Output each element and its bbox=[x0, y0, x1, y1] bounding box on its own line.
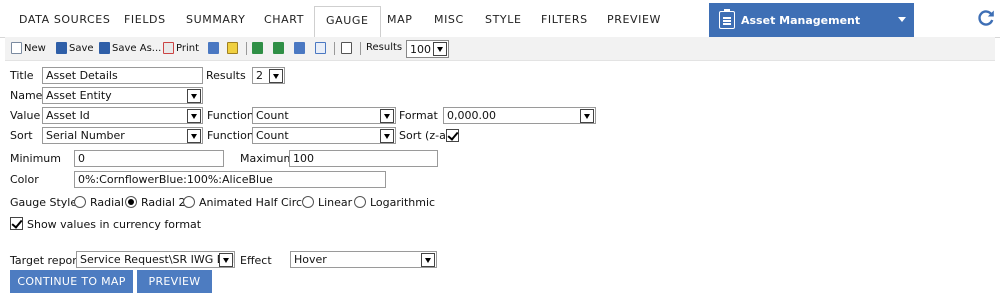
toolbar: New Save Save As... Print Results 100 bbox=[5, 37, 995, 61]
tab-chart[interactable]: CHART bbox=[264, 13, 304, 26]
target-report-select[interactable]: Service Request\SR IWG Drilld bbox=[76, 251, 235, 268]
function-select[interactable]: Count bbox=[252, 107, 396, 124]
print-button[interactable]: Print bbox=[163, 42, 199, 54]
gauge-style-half-circle-label: Animated Half Circle bbox=[199, 196, 312, 209]
sort-desc-checkbox[interactable] bbox=[446, 129, 459, 142]
toolbar-divider bbox=[360, 42, 361, 55]
minimum-label: Minimum bbox=[10, 152, 61, 165]
sort-select[interactable]: Serial Number bbox=[42, 127, 203, 144]
mail-icon bbox=[341, 42, 352, 54]
results-label: Results bbox=[366, 42, 403, 53]
toolbar-divider bbox=[246, 42, 247, 55]
html-icon bbox=[208, 42, 219, 54]
value-select[interactable]: Asset Id bbox=[42, 107, 203, 124]
chevron-down-icon bbox=[380, 109, 394, 123]
html-export-button[interactable] bbox=[208, 42, 221, 54]
tab-misc[interactable]: MISC bbox=[434, 13, 464, 26]
gauge-style-radial2-label: Radial 2 bbox=[141, 196, 186, 209]
function2-select[interactable]: Count bbox=[252, 127, 396, 144]
name-label: Name bbox=[10, 89, 43, 102]
tab-bar: DATA SOURCES FIELDS SUMMARY CHART GAUGE … bbox=[0, 0, 1000, 39]
value-label: Value bbox=[10, 109, 41, 122]
function2-label: Function bbox=[207, 129, 254, 142]
tab-style[interactable]: STYLE bbox=[485, 13, 522, 26]
tab-gauge[interactable]: GAUGE bbox=[314, 6, 381, 39]
tab-data-sources[interactable]: DATA SOURCES bbox=[19, 13, 110, 26]
maximum-input[interactable]: 100 bbox=[289, 150, 438, 167]
app-selector-label: Asset Management bbox=[741, 14, 861, 27]
toolbar-divider bbox=[334, 42, 335, 55]
word-export-button[interactable] bbox=[294, 42, 307, 54]
chevron-down-icon bbox=[898, 17, 906, 22]
function-label: Function bbox=[207, 109, 254, 122]
chevron-down-icon bbox=[187, 89, 201, 103]
sort-label: Sort bbox=[10, 129, 33, 142]
target-report-label: Target report bbox=[10, 254, 82, 267]
gauge-style-linear-label: Linear bbox=[318, 196, 353, 209]
continue-to-map-button[interactable]: CONTINUE TO MAP bbox=[10, 270, 133, 293]
color-input[interactable]: 0%:CornflowerBlue:100%:AliceBlue bbox=[74, 171, 386, 188]
gauge-style-radial-radio[interactable] bbox=[74, 196, 86, 208]
name-select[interactable]: Asset Entity bbox=[42, 87, 203, 104]
pdf-icon bbox=[163, 42, 174, 54]
tab-summary[interactable]: SUMMARY bbox=[186, 13, 245, 26]
gauge-style-label: Gauge Style bbox=[10, 196, 78, 209]
save-icon bbox=[56, 42, 67, 54]
email-button[interactable] bbox=[341, 42, 354, 54]
excel-export-button[interactable] bbox=[273, 42, 286, 54]
new-file-icon bbox=[11, 42, 22, 54]
preview-button[interactable]: PREVIEW bbox=[137, 270, 212, 293]
save-button[interactable]: Save bbox=[56, 42, 94, 54]
document-icon bbox=[315, 42, 326, 54]
gauge-style-logarithmic-radio[interactable] bbox=[354, 196, 366, 208]
chevron-down-icon bbox=[219, 253, 233, 267]
gauge-style-linear-radio[interactable] bbox=[302, 196, 314, 208]
tab-fields[interactable]: FIELDS bbox=[124, 13, 166, 26]
results-field-select[interactable]: 2 bbox=[252, 67, 285, 84]
document-button[interactable] bbox=[315, 42, 328, 54]
color-label: Color bbox=[10, 173, 39, 186]
sql-icon bbox=[227, 42, 238, 54]
refresh-icon[interactable] bbox=[976, 8, 996, 28]
chevron-down-icon bbox=[421, 253, 435, 267]
tab-preview[interactable]: PREVIEW bbox=[607, 13, 661, 26]
title-label: Title bbox=[10, 69, 34, 82]
excel-copy-icon bbox=[252, 42, 263, 54]
currency-format-checkbox[interactable] bbox=[10, 217, 23, 230]
gauge-style-logarithmic-label: Logarithmic bbox=[370, 196, 436, 209]
excel-icon bbox=[273, 42, 284, 54]
minimum-input[interactable]: 0 bbox=[74, 150, 224, 167]
word-icon bbox=[294, 42, 305, 54]
save-as-button[interactable]: Save As... bbox=[99, 42, 161, 54]
app-selector[interactable]: Asset Management bbox=[709, 3, 914, 38]
chevron-down-icon bbox=[187, 129, 201, 143]
excel-copy-button[interactable] bbox=[252, 42, 265, 54]
maximum-label: Maximum bbox=[240, 152, 295, 165]
chevron-down-icon bbox=[380, 129, 394, 143]
results-select[interactable]: 100 bbox=[406, 40, 449, 58]
effect-select[interactable]: Hover bbox=[290, 251, 437, 268]
new-button[interactable]: New bbox=[11, 42, 46, 54]
title-input[interactable]: Asset Details bbox=[42, 67, 203, 84]
sql-button[interactable] bbox=[227, 42, 240, 54]
format-select[interactable]: 0,000.00 bbox=[443, 107, 596, 124]
gauge-style-radial2-radio[interactable] bbox=[125, 196, 137, 208]
chevron-down-icon bbox=[580, 109, 594, 123]
sort-desc-label: Sort (z-a) bbox=[399, 129, 451, 142]
results-field-label: Results bbox=[206, 69, 246, 82]
gauge-style-radial-label: Radial bbox=[90, 196, 124, 209]
gauge-style-half-circle-radio[interactable] bbox=[183, 196, 195, 208]
chevron-down-icon bbox=[269, 69, 283, 83]
clipboard-icon bbox=[719, 9, 735, 29]
tab-map[interactable]: MAP bbox=[387, 13, 412, 26]
chevron-down-icon bbox=[187, 109, 201, 123]
save-as-icon bbox=[99, 42, 110, 54]
format-label: Format bbox=[399, 109, 438, 122]
tab-filters[interactable]: FILTERS bbox=[541, 13, 588, 26]
chevron-down-icon bbox=[433, 42, 447, 56]
effect-label: Effect bbox=[240, 254, 272, 267]
currency-format-label: Show values in currency format bbox=[27, 218, 202, 231]
